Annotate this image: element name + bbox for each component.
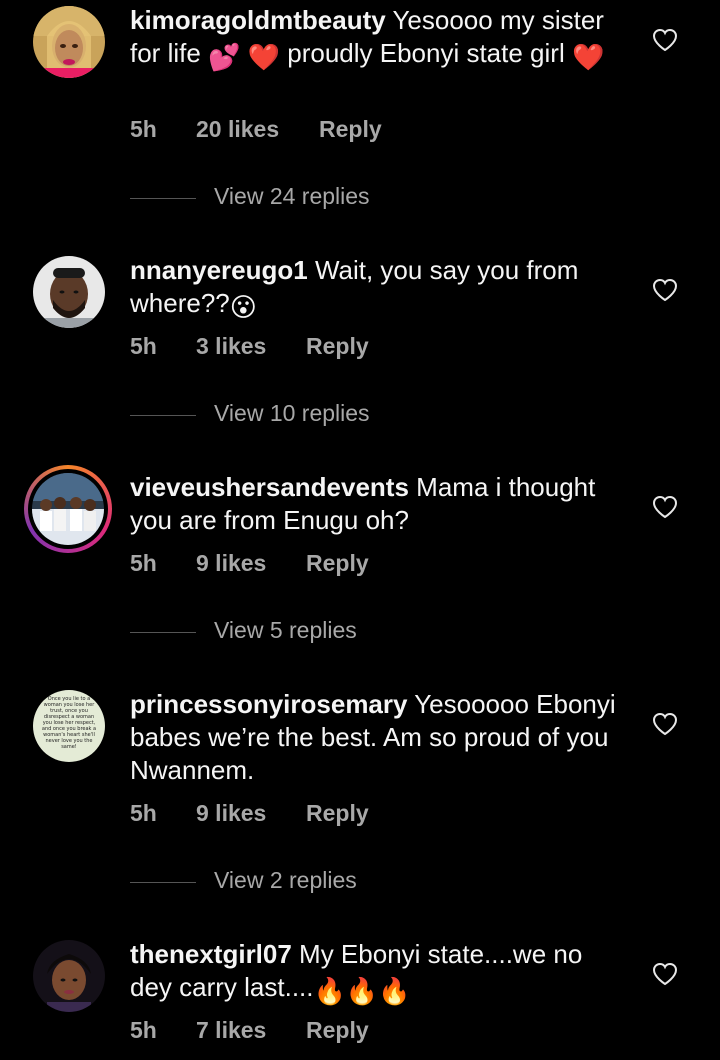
view-replies-label: View 24 replies (214, 183, 370, 209)
red-heart-emoji: ❤️ (571, 42, 605, 72)
heart-outline-icon[interactable] (652, 495, 678, 519)
avatar[interactable] (33, 940, 105, 1012)
comment-likes[interactable]: 20 likes (196, 116, 319, 143)
comment-text: princessonyirosemary Yesooooo Ebonyi bab… (130, 688, 630, 787)
avatar-photo (32, 473, 104, 545)
comment-likes[interactable]: 7 likes (196, 1017, 306, 1044)
comment-username[interactable]: thenextgirl07 (130, 939, 292, 969)
comment-time: 5h (130, 550, 157, 576)
avatar[interactable] (33, 6, 105, 78)
heart-outline-icon[interactable] (652, 278, 678, 302)
view-replies-label: View 10 replies (214, 400, 370, 426)
comment-text: kimoragoldmtbeauty Yesoooo my sister for… (130, 4, 630, 74)
comment-meta: 5h 20 likes Reply (130, 116, 382, 143)
view-replies-label: View 5 replies (214, 617, 357, 643)
view-replies-label: View 2 replies (214, 867, 357, 893)
heart-outline-icon[interactable] (652, 28, 678, 52)
avatar[interactable]: Once you lie to a woman you lose her tru… (33, 690, 105, 762)
comment-meta: 5h 7 likes Reply (130, 1017, 369, 1044)
comment-time: 5h (130, 1017, 157, 1043)
comment-text: vieveushersandevents Mama i thought you … (130, 471, 630, 537)
comment-message-space (240, 38, 247, 68)
comment-likes[interactable]: 9 likes (196, 800, 306, 827)
divider-line (130, 882, 196, 883)
comment-text: thenextgirl07 My Ebonyi state....we no d… (130, 938, 630, 1008)
reply-button[interactable]: Reply (306, 333, 369, 360)
avatar-photo (33, 940, 105, 1012)
heart-outline-icon[interactable] (652, 962, 678, 986)
comment-username[interactable]: kimoragoldmtbeauty (130, 5, 386, 35)
comment-meta: 5h 3 likes Reply (130, 333, 369, 360)
red-heart-emoji: ❤️ (247, 42, 281, 72)
comment-time: 5h (130, 800, 157, 826)
fire-emoji: 🔥🔥🔥 (313, 976, 411, 1006)
avatar-ring-gap (28, 469, 108, 549)
avatar-photo (33, 256, 105, 328)
comment-text: nnanyereugo1 Wait, you say you from wher… (130, 254, 630, 324)
comment-time: 5h (130, 116, 157, 142)
heart-emoji: 💕 (208, 42, 241, 72)
avatar[interactable] (33, 256, 105, 328)
avatar (32, 473, 104, 545)
comment-username[interactable]: princessonyirosemary (130, 689, 407, 719)
comment-likes[interactable]: 3 likes (196, 333, 306, 360)
comment-message: proudly Ebonyi state girl (280, 38, 572, 68)
comment-username[interactable]: vieveushersandevents (130, 472, 409, 502)
divider-line (130, 632, 196, 633)
reply-button[interactable]: Reply (319, 116, 382, 143)
reply-button[interactable]: Reply (306, 1017, 369, 1044)
comment-username[interactable]: nnanyereugo1 (130, 255, 308, 285)
reply-button[interactable]: Reply (306, 800, 369, 827)
avatar-story-ring[interactable] (24, 465, 112, 553)
comment-meta: 5h 9 likes Reply (130, 550, 369, 577)
reply-button[interactable]: Reply (306, 550, 369, 577)
heart-outline-icon[interactable] (652, 712, 678, 736)
avatar-quote-text: Once you lie to a woman you lose her tru… (41, 696, 97, 750)
avatar-photo (33, 6, 105, 78)
comment-time: 5h (130, 333, 157, 359)
comment-likes[interactable]: 9 likes (196, 550, 306, 577)
divider-line (130, 198, 196, 199)
comment-meta: 5h 9 likes Reply (130, 800, 369, 827)
astonished-face-emoji: 😮 (229, 292, 257, 322)
divider-line (130, 415, 196, 416)
